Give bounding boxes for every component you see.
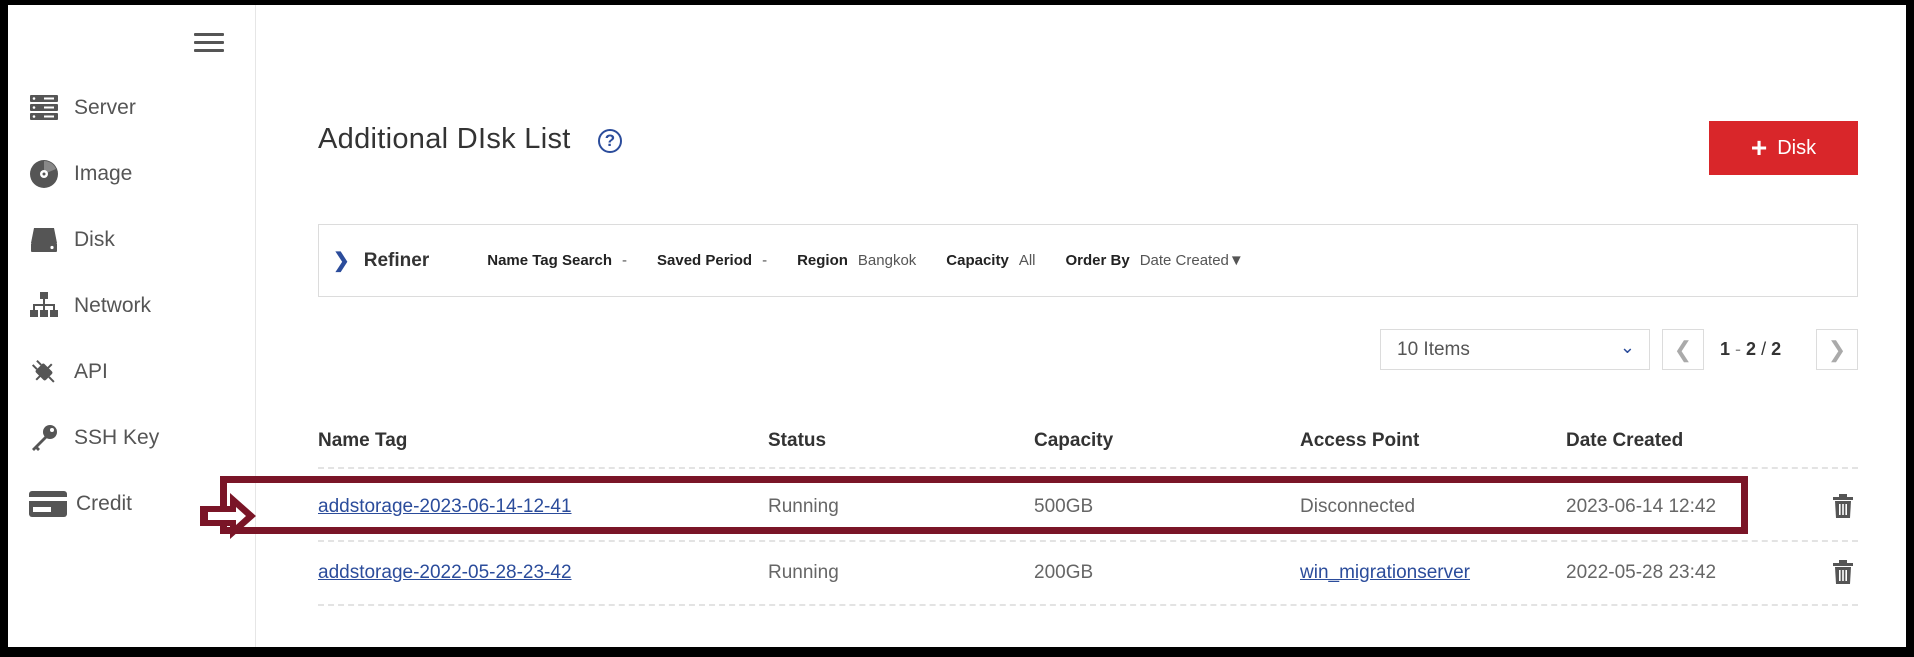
- sidebar-item-label: API: [74, 360, 108, 383]
- filter-value: Date Created▼: [1139, 252, 1244, 269]
- row-divider: [318, 467, 1858, 469]
- filter-value: Bangkok: [857, 252, 917, 269]
- server-icon: [28, 92, 60, 124]
- column-header-access-point[interactable]: Access Point: [1300, 430, 1419, 452]
- filter-value: All: [1018, 252, 1036, 269]
- sidebar-item-network[interactable]: Network: [28, 286, 151, 326]
- access-point-link[interactable]: win_migrationserver: [1300, 562, 1470, 584]
- page-start: 1: [1720, 339, 1731, 359]
- disc-icon: [28, 158, 60, 190]
- page-end: 2: [1746, 339, 1757, 359]
- filter-label: Capacity: [946, 252, 1009, 269]
- refiner-title[interactable]: Refiner: [364, 250, 429, 272]
- filter-value: -: [762, 252, 768, 269]
- app-window: Server Image Disk Network API SSH Key Cr…: [8, 5, 1906, 647]
- sidebar-item-label: Server: [74, 96, 136, 119]
- sidebar: Server Image Disk Network API SSH Key Cr…: [8, 5, 256, 647]
- chevron-down-icon: ⌄: [1619, 337, 1635, 357]
- status-cell: Running: [768, 562, 839, 583]
- items-per-page-select[interactable]: 10 Items ⌄: [1380, 329, 1650, 370]
- capacity-cell: 500GB: [1034, 496, 1094, 517]
- name-tag-link[interactable]: addstorage-2022-05-28-23-42: [318, 562, 572, 584]
- page-dash: -: [1735, 339, 1742, 359]
- key-icon: [28, 422, 60, 454]
- trash-icon[interactable]: [1832, 493, 1854, 519]
- column-header-name-tag[interactable]: Name Tag: [318, 430, 407, 452]
- filter-value: -: [622, 252, 628, 269]
- status-cell: Running: [768, 496, 839, 517]
- refiner-panel: ❯ Refiner Name Tag Search - Saved Period…: [318, 224, 1858, 297]
- column-header-date-created[interactable]: Date Created: [1566, 430, 1683, 452]
- page-indicator: 1 - 2 / 2: [1720, 339, 1781, 360]
- filter-order-by[interactable]: Order By Date Created▼: [1065, 252, 1243, 269]
- sidebar-item-api[interactable]: API: [28, 352, 108, 392]
- sidebar-item-label: Network: [74, 294, 152, 317]
- sidebar-item-image[interactable]: Image: [28, 154, 132, 194]
- date-created-cell: 2023-06-14 12:42: [1566, 496, 1717, 517]
- sidebar-item-label: Credit: [76, 492, 133, 515]
- column-header-capacity[interactable]: Capacity: [1034, 430, 1113, 452]
- page-slash: /: [1761, 339, 1767, 359]
- filter-label: Name Tag Search: [487, 252, 613, 269]
- filter-capacity[interactable]: Capacity All: [946, 252, 1035, 269]
- page-title: Additional DIsk List: [318, 123, 571, 155]
- sidebar-item-ssh-key[interactable]: SSH Key: [28, 418, 159, 458]
- row-divider: [318, 604, 1858, 606]
- credit-card-icon: [28, 488, 68, 520]
- sidebar-item-server[interactable]: Server: [28, 88, 136, 128]
- column-header-status[interactable]: Status: [768, 430, 826, 452]
- arrow-right-icon: [196, 489, 260, 543]
- sidebar-item-credit[interactable]: Credit: [28, 484, 132, 524]
- help-icon[interactable]: ?: [598, 129, 622, 153]
- row-divider: [318, 540, 1858, 542]
- name-tag-link[interactable]: addstorage-2023-06-14-12-41: [318, 496, 572, 518]
- add-disk-button[interactable]: + Disk: [1709, 121, 1858, 175]
- filter-label: Order By: [1065, 252, 1130, 269]
- capacity-cell: 200GB: [1034, 562, 1094, 583]
- access-point-cell: Disconnected: [1300, 496, 1416, 517]
- menu-toggle-icon[interactable]: [194, 33, 224, 53]
- next-page-button[interactable]: ❯: [1816, 329, 1858, 370]
- sidebar-item-label: SSH Key: [74, 426, 160, 449]
- sidebar-item-label: Image: [74, 162, 133, 185]
- network-icon: [28, 290, 60, 322]
- filter-region[interactable]: Region Bangkok: [797, 252, 916, 269]
- add-disk-label: Disk: [1777, 136, 1817, 159]
- date-created-cell: 2022-05-28 23:42: [1566, 562, 1717, 583]
- main-content: Additional DIsk List ? + Disk ❯ Refiner …: [256, 5, 1906, 647]
- filter-label: Region: [797, 252, 848, 269]
- sidebar-item-label: Disk: [74, 228, 115, 251]
- trash-icon[interactable]: [1832, 559, 1854, 585]
- page-total: 2: [1771, 339, 1782, 359]
- refiner-toggle-icon[interactable]: ❯: [333, 248, 350, 273]
- sidebar-item-disk[interactable]: Disk: [28, 220, 115, 260]
- prev-page-button[interactable]: ❮: [1662, 329, 1704, 370]
- filter-label: Saved Period: [657, 252, 753, 269]
- filter-name-tag-search[interactable]: Name Tag Search -: [487, 252, 627, 269]
- filter-saved-period[interactable]: Saved Period -: [657, 252, 767, 269]
- plus-icon: +: [1750, 132, 1768, 163]
- items-per-page-value: 10 Items: [1397, 338, 1470, 360]
- plug-icon: [28, 356, 60, 388]
- disk-icon: [28, 224, 60, 256]
